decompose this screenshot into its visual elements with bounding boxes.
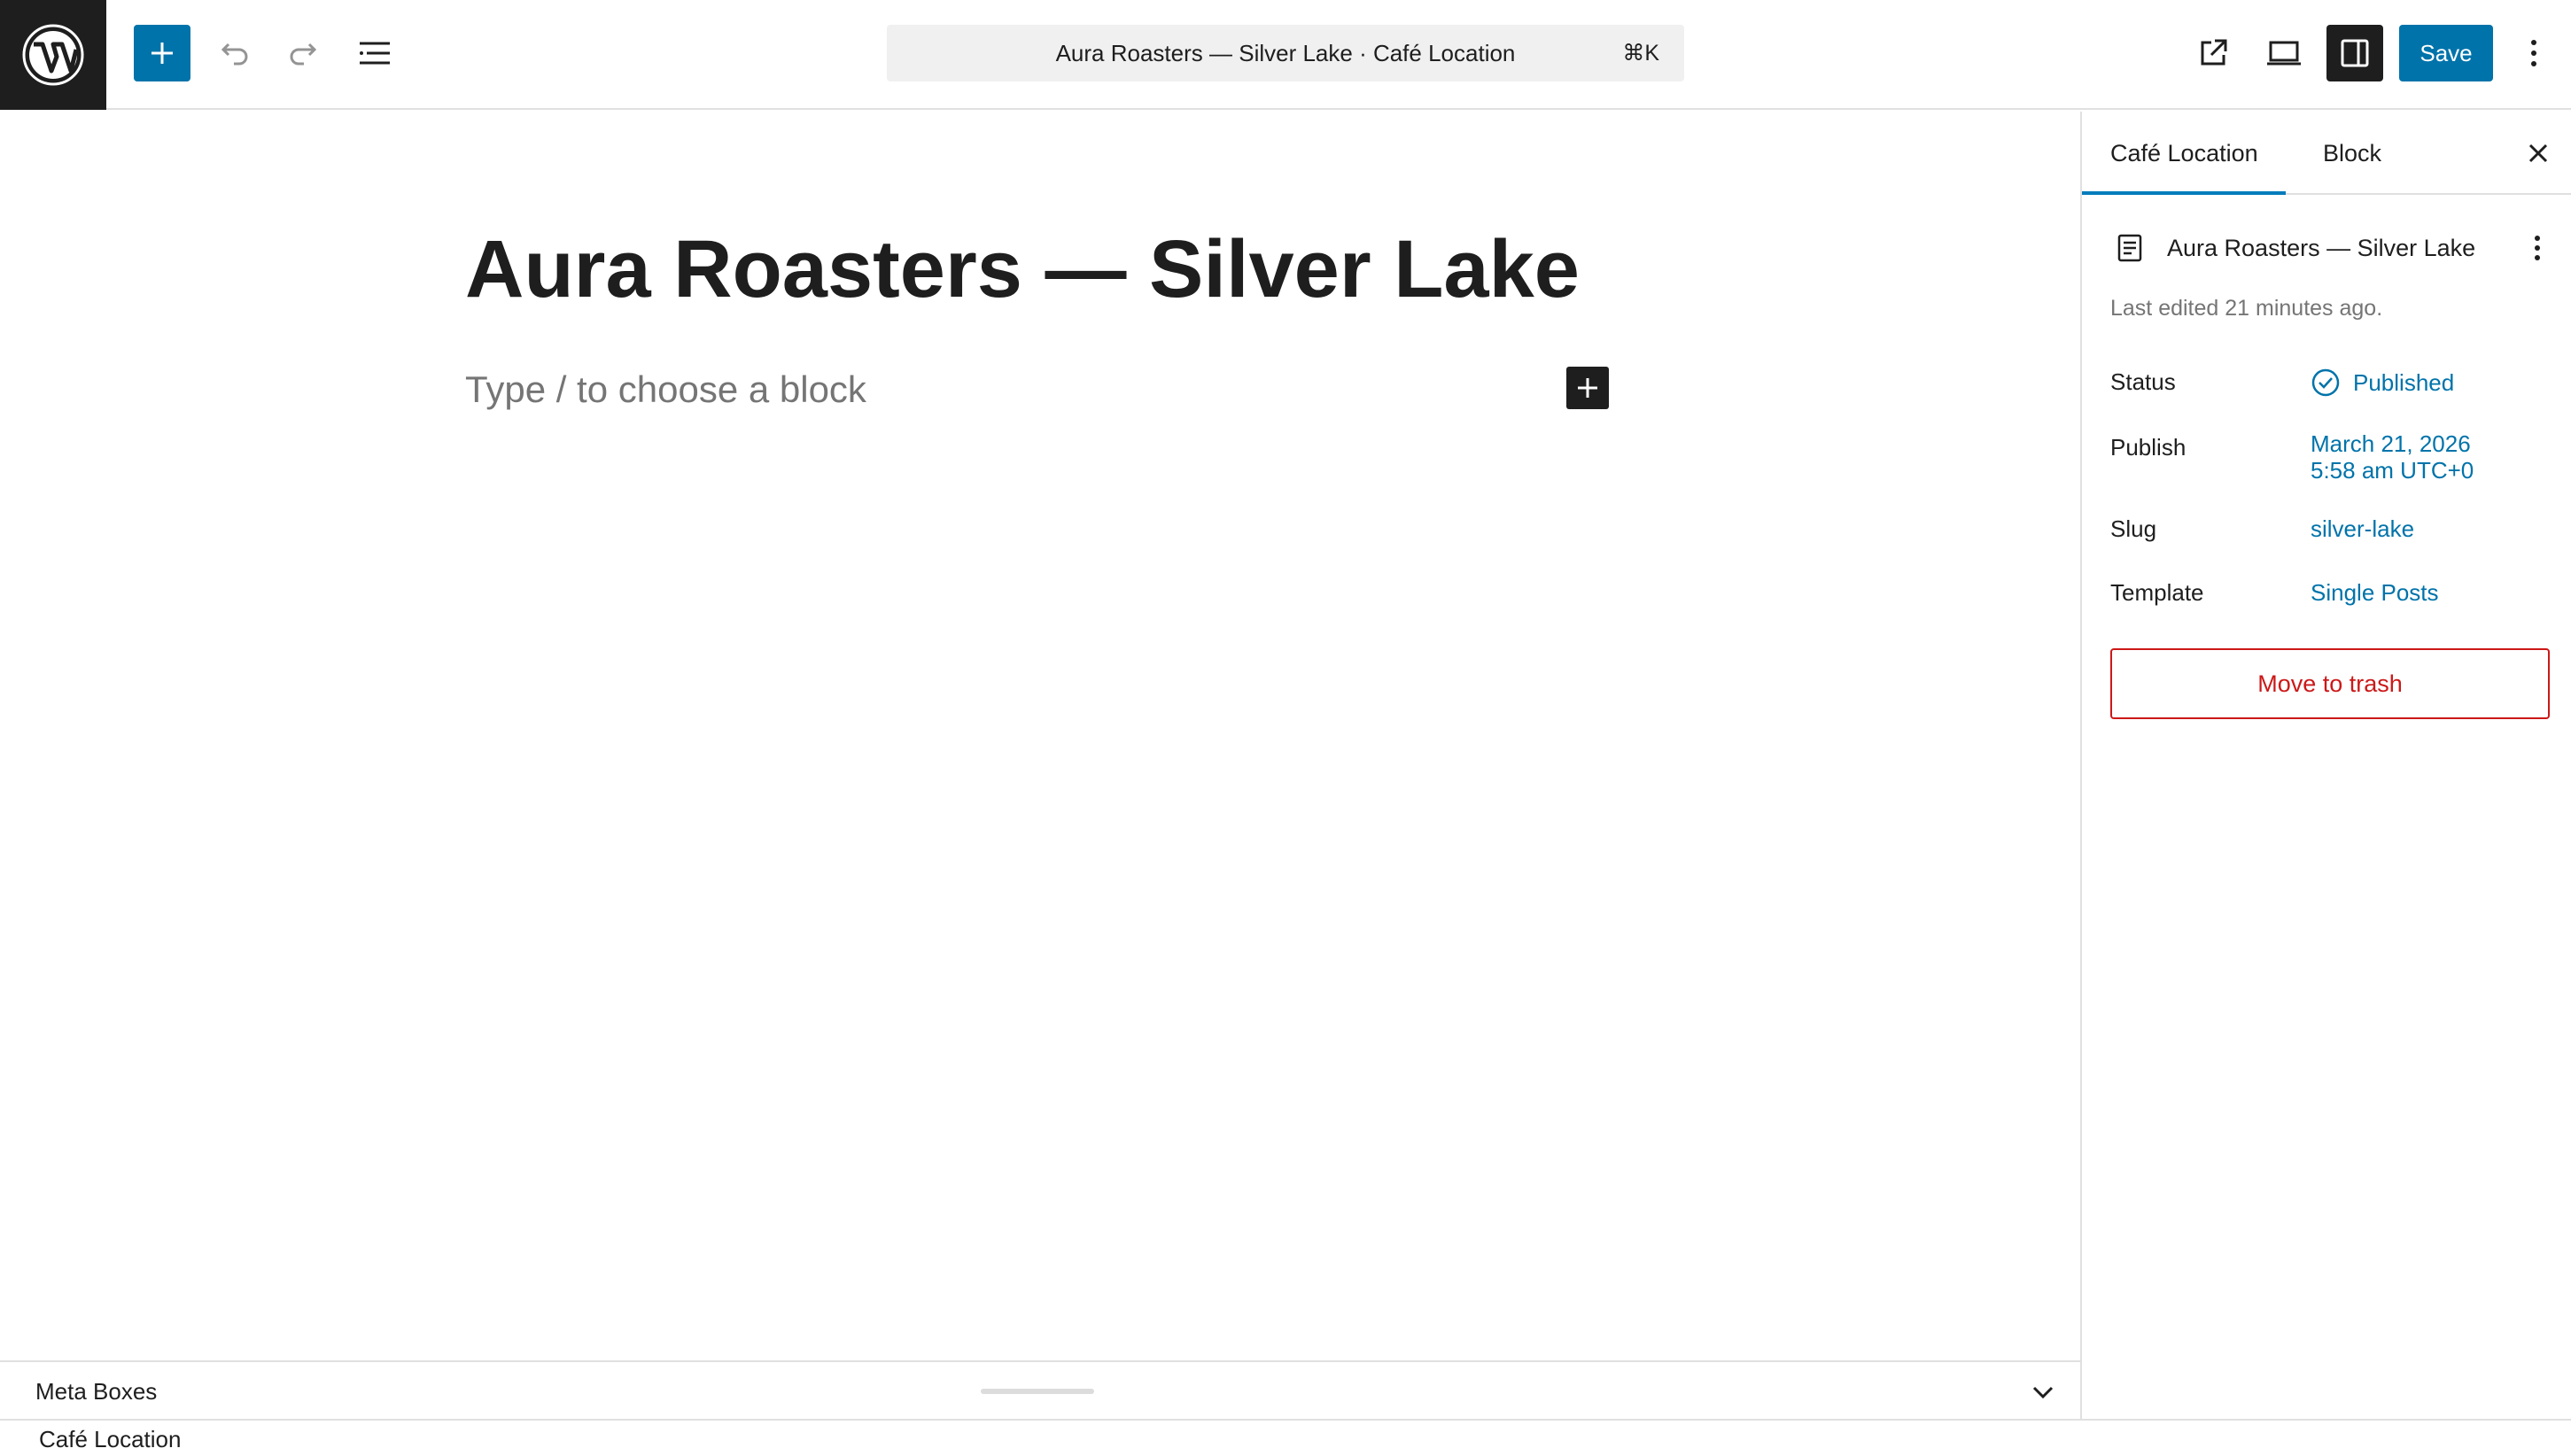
status-button[interactable]: Published (2311, 365, 2454, 400)
undo-icon (221, 43, 248, 66)
meta-box-area: Café Location (0, 1419, 2571, 1456)
active-tab-indicator (2082, 191, 2286, 195)
redo-button[interactable] (276, 25, 332, 81)
options-menu-button[interactable] (2509, 25, 2559, 81)
page-icon (2110, 228, 2149, 267)
tab-cafe-location[interactable]: Café Location (2110, 112, 2296, 195)
publish-date: March 21, 2026 (2311, 430, 2471, 457)
post-actions-button[interactable] (2518, 228, 2557, 267)
more-vertical-icon (2535, 236, 2540, 260)
chevron-down-icon (2032, 1386, 2054, 1399)
publish-label: Publish (2110, 434, 2187, 461)
list-view-icon (360, 42, 390, 65)
close-settings-button[interactable] (2516, 131, 2560, 175)
wordpress-logo-button[interactable] (0, 0, 106, 110)
post-card: Aura Roasters — Silver Lake (2110, 223, 2562, 273)
meta-boxes-panel[interactable]: Meta Boxes (0, 1360, 2080, 1419)
status-value: Published (2353, 368, 2455, 396)
sidebar-tabs: Café Location Block (2082, 112, 2571, 195)
template-link[interactable]: Single Posts (2311, 579, 2439, 607)
more-vertical-icon (2531, 40, 2536, 66)
keyboard-shortcut: ⌘K (1622, 41, 1659, 66)
meta-box-heading: Café Location (39, 1425, 182, 1452)
publish-time: 5:58 am UTC+0 (2311, 457, 2474, 484)
post-card-title: Aura Roasters — Silver Lake (2167, 234, 2476, 261)
move-to-trash-button[interactable]: Move to trash (2110, 648, 2550, 719)
block-editor: Aura Roasters — Silver Lake · Café Locat… (0, 0, 2571, 1456)
command-palette-bar[interactable]: Aura Roasters — Silver Lake · Café Locat… (887, 25, 1684, 81)
template-label: Template (2110, 579, 2204, 606)
tab-block[interactable]: Block (2314, 112, 2420, 195)
status-label: Status (2110, 368, 2176, 395)
slug-link[interactable]: silver-lake (2311, 515, 2414, 543)
publish-date-button[interactable]: March 21, 2026 5:58 am UTC+0 (2311, 430, 2474, 484)
slug-label: Slug (2110, 515, 2157, 542)
post-title[interactable]: Aura Roasters — Silver Lake (465, 224, 1580, 314)
view-post-button[interactable] (2185, 25, 2241, 81)
plus-icon (1578, 378, 1597, 398)
document-overview-button[interactable] (346, 25, 403, 81)
desktop-icon (2267, 41, 2301, 66)
editor-canvas[interactable]: Aura Roasters — Silver Lake Type / to ch… (0, 112, 2080, 1360)
meta-boxes-toggle[interactable] (2023, 1373, 2062, 1412)
inline-block-inserter[interactable] (1566, 367, 1609, 409)
save-button[interactable]: Save (2399, 25, 2493, 81)
published-check-icon (2311, 368, 2340, 397)
document-title-command: Aura Roasters — Silver Lake · Café Locat… (1055, 39, 1516, 66)
plus-icon (151, 43, 173, 64)
editor-header: Aura Roasters — Silver Lake · Café Locat… (0, 0, 2571, 110)
default-block-appender[interactable]: Type / to choose a block (465, 368, 866, 411)
preview-device-button[interactable] (2256, 25, 2312, 81)
redo-icon (290, 43, 317, 66)
external-link-icon (2201, 39, 2227, 66)
settings-sidebar: Café Location Block Aura Roasters — Silv… (2080, 112, 2571, 1419)
meta-boxes-title: Meta Boxes (35, 1377, 158, 1405)
undo-button[interactable] (206, 25, 262, 81)
block-inserter-toggle[interactable] (134, 25, 190, 81)
sidebar-icon (2341, 39, 2369, 67)
close-icon (2528, 143, 2548, 163)
wordpress-icon (22, 24, 84, 86)
last-edited-text: Last edited 21 minutes ago. (2110, 296, 2383, 321)
settings-sidebar-toggle[interactable] (2326, 25, 2383, 81)
resize-handle[interactable] (981, 1389, 1094, 1394)
